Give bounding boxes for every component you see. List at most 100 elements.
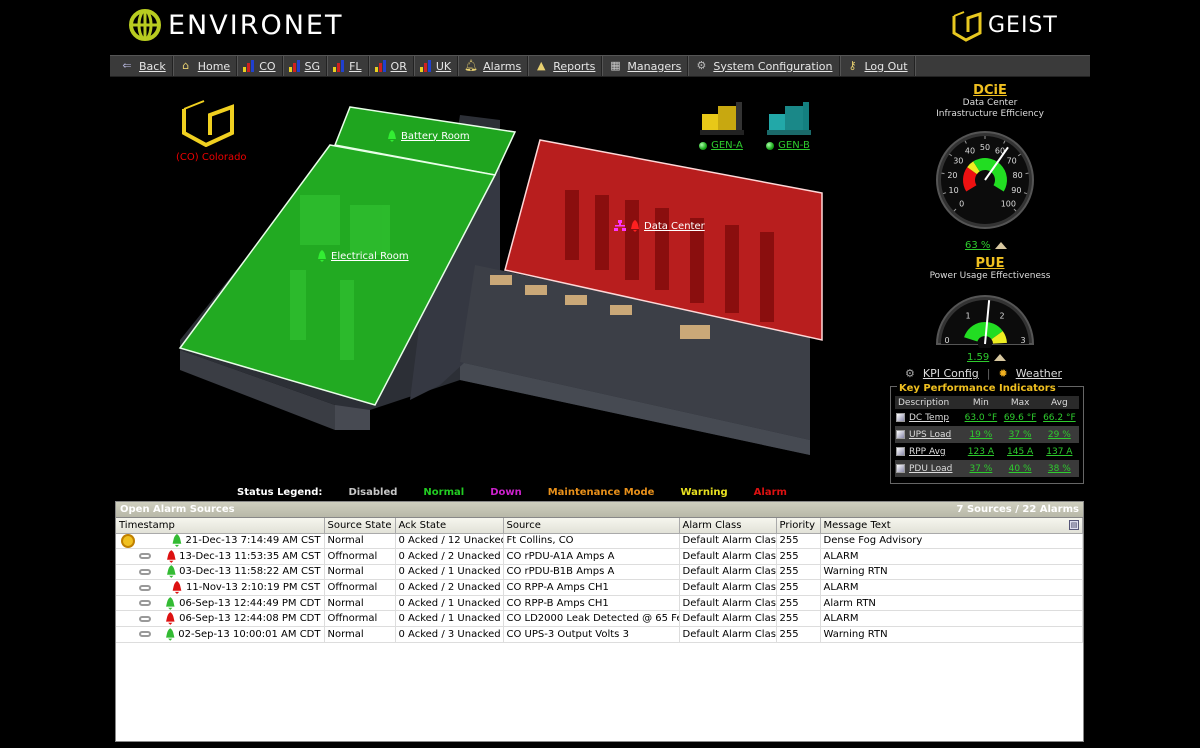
sensor-icon (896, 463, 905, 473)
alarm-row[interactable]: 13-Dec-13 11:53:35 AM CST Offnormal 0 Ac… (116, 548, 1083, 565)
kpi-row: RPP Avg 123 A 145 A 137 A (895, 443, 1079, 460)
alarm-source-state: Offnormal (324, 579, 396, 596)
generator-icon (767, 102, 811, 135)
alarm-alarm-class: Default Alarm Class (679, 548, 777, 565)
col-priority[interactable]: Priority (776, 518, 821, 534)
nav-managers[interactable]: ▦ Managers (602, 56, 689, 76)
col-alarm-class[interactable]: Alarm Class (679, 518, 777, 534)
gear-icon: ⚙ (905, 367, 915, 380)
nav-system-configuration[interactable]: ⚙ System Configuration (688, 56, 840, 76)
alarm-timestamp: 02-Sep-13 10:00:01 AM CDT (178, 628, 321, 640)
generator-a[interactable]: GEN-A (696, 100, 746, 151)
alarm-source-state: Normal (324, 564, 396, 581)
alarm-row[interactable]: 21-Dec-13 7:14:49 AM CST Normal 0 Acked … (116, 533, 1083, 550)
nav-home[interactable]: ⌂ Home (173, 56, 238, 76)
floor-plan-3d (178, 106, 823, 455)
nav-site-sg[interactable]: SG (283, 56, 328, 76)
kpi-table: Description Min Max Avg DC Temp 63.0 °F 6… (895, 396, 1079, 477)
alarm-priority: 255 (776, 610, 821, 628)
bell-icon (166, 550, 176, 563)
alarm-ack-state: 0 Acked / 2 Unacked (395, 579, 504, 596)
environet-logo: ENVIRONET (128, 8, 343, 42)
row-lead-icon (119, 615, 165, 622)
dcie-tick-label: 10 (949, 186, 959, 195)
alarm-message: ALARM (820, 579, 1083, 596)
alarm-timestamp: 13-Dec-13 11:53:35 AM CST (179, 550, 321, 562)
alarm-source: CO rPDU-A1A Amps A (503, 548, 680, 565)
nav-reports[interactable]: ▲ Reports (528, 56, 603, 76)
triangle-icon: ▲ (536, 59, 546, 72)
trend-up-icon (994, 353, 1007, 361)
nav-alarms[interactable]: 🔔︎ Alarms (458, 56, 529, 76)
row-lead-icon (119, 553, 166, 560)
dcie-tick-label: 40 (965, 147, 975, 156)
nav-bar: ⇐ Back ⌂ Home CO SG FL OR UK 🔔︎ Alarms ▲… (110, 55, 1090, 77)
open-alarm-sources-panel: Open Alarm Sources 7 Sources / 22 Alarms… (115, 501, 1084, 742)
alarm-timestamp: 21-Dec-13 7:14:49 AM CST (185, 535, 321, 547)
gear-icon: ⚙ (696, 59, 707, 72)
weather-link[interactable]: Weather (1016, 367, 1062, 380)
pue-gauge: 0 1 2 3 (935, 295, 1035, 348)
bell-icon (166, 612, 176, 626)
bar-chart-icon (374, 60, 386, 72)
bar-chart-icon (419, 60, 431, 72)
alarm-message: Dense Fog Advisory (820, 533, 1083, 550)
col-source-state[interactable]: Source State (324, 518, 396, 534)
col-timestamp[interactable]: Timestamp (116, 518, 325, 534)
dcie-tick-label: 50 (980, 143, 990, 152)
alarm-message: Warning RTN (820, 626, 1083, 643)
alarm-row[interactable]: 03-Dec-13 11:58:22 AM CST Normal 0 Acked… (116, 564, 1083, 581)
electrical-room-link[interactable]: Electrical Room (317, 250, 409, 262)
alarm-row[interactable]: 06-Sep-13 12:44:49 PM CDT Normal 0 Acked… (116, 595, 1083, 612)
dcie-subtitle-2: Infrastructure Efficiency (936, 109, 1044, 119)
nav-site-co[interactable]: CO (237, 56, 283, 76)
nav-log-out[interactable]: ⚷ Log Out (840, 56, 915, 76)
pue-title[interactable]: PUE (890, 256, 1090, 271)
bell-icon (172, 534, 181, 548)
battery-room-link[interactable]: Battery Room (387, 130, 470, 142)
status-dot-icon (699, 141, 708, 150)
alarm-priority: 255 (776, 579, 821, 596)
legend-item-down: Down (490, 487, 522, 498)
bell-icon (172, 581, 182, 595)
generator-b[interactable]: GEN-B (763, 100, 813, 151)
alarm-priority: 255 (776, 548, 821, 565)
data-center-link[interactable]: Data Center (614, 220, 705, 232)
geist-brand-name: GEIST (988, 12, 1058, 38)
dcie-tick-label: 0 (959, 199, 964, 208)
column-menu-icon[interactable]: ▤ (1069, 519, 1079, 530)
link-icon (139, 584, 151, 591)
back-arrow-icon: ⇐ (122, 59, 132, 72)
bar-chart-icon (333, 60, 345, 72)
kpi-row: UPS Load 19 % 37 % 29 % (895, 426, 1079, 443)
brand-name: ENVIRONET (168, 9, 344, 41)
pue-tick-label: 3 (1020, 336, 1025, 345)
alarm-row[interactable]: 11-Nov-13 2:10:19 PM CST Offnormal 0 Ack… (116, 579, 1083, 596)
alarm-row[interactable]: 02-Sep-13 10:00:01 AM CDT Normal 0 Acked… (116, 626, 1083, 643)
alarm-source: Ft Collins, CO (503, 533, 680, 550)
dcie-tick-label: 30 (953, 157, 963, 166)
nav-site-uk[interactable]: UK (414, 56, 459, 76)
sun-icon (123, 535, 133, 546)
kpi-config-link[interactable]: KPI Config (923, 367, 979, 380)
alarm-panel-header: Open Alarm Sources 7 Sources / 22 Alarms (116, 502, 1083, 518)
col-message-text[interactable]: Message Text ▤ (820, 518, 1083, 534)
bell-icon: 🔔︎ (464, 59, 479, 72)
pue-tick-label: 1 (965, 312, 970, 321)
alarm-row[interactable]: 06-Sep-13 12:44:08 PM CDT Offnormal 0 Ac… (116, 610, 1083, 628)
alarm-ack-state: 0 Acked / 2 Unacked (395, 548, 504, 565)
geist-cube-icon (952, 11, 982, 42)
legend-item-alarm: Alarm (753, 487, 787, 498)
nav-site-or[interactable]: OR (369, 56, 414, 76)
col-ack-state[interactable]: Ack State (395, 518, 504, 534)
dcie-tick-label: 100 (1001, 199, 1016, 208)
trend-up-icon (995, 241, 1008, 249)
alarm-ack-state: 0 Acked / 12 Unacked (395, 533, 504, 550)
nav-site-fl[interactable]: FL (327, 56, 369, 76)
bar-chart-icon (243, 60, 255, 72)
alarm-ack-state: 0 Acked / 1 Unacked (395, 564, 504, 581)
nav-back[interactable]: ⇐ Back (114, 56, 173, 76)
col-source[interactable]: Source (503, 518, 680, 534)
pue-subtitle: Power Usage Effectiveness (929, 271, 1051, 281)
dcie-title[interactable]: DCiE (890, 83, 1090, 98)
